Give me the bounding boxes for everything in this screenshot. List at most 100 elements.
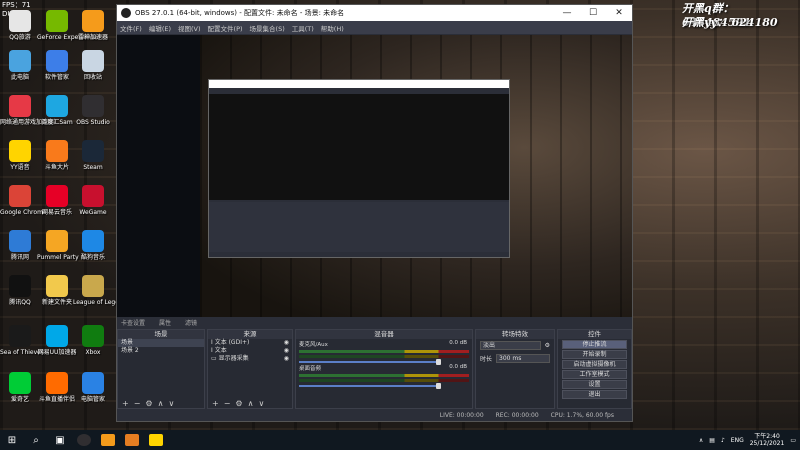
desktop-icon[interactable]: Sea of Thieves [0,325,44,367]
menu-view[interactable]: 视图(V) [178,23,201,33]
settings-icon[interactable]: ⚙ [235,399,242,408]
move-down-icon[interactable]: ∨ [168,399,174,408]
add-icon[interactable]: + [122,399,129,408]
app-icon [82,185,104,207]
source-item[interactable]: ▭ 显示器采集 ◉ [208,355,292,363]
virtual-camera-button[interactable]: 启动虚拟摄像机 [562,360,627,369]
desktop-icon[interactable]: Pummel Party [37,230,79,272]
app-icon [46,95,68,117]
desktop-icon[interactable]: 网易UU加速器 [37,325,77,367]
maximize-icon[interactable]: ☐ [580,8,606,18]
desktop-icon[interactable]: OBS Studio [73,95,113,137]
chevron-up-icon[interactable]: ∧ [699,437,703,444]
eye-icon[interactable]: ◉ [284,339,289,347]
desktop-icon[interactable]: 新建文件夹 [37,275,77,317]
scene-item[interactable]: 场景 [118,339,204,347]
desktop-icon[interactable]: Xbox [73,325,113,367]
desktop-icon-label: 软件管家 [44,74,69,81]
desktop-icon[interactable]: 腾讯QQ [0,275,40,317]
nested-docks [209,202,509,252]
desktop-icon-label: 电脑管家 [80,396,105,403]
nested-obs-capture [208,79,510,258]
desktop-icon[interactable]: 软件管家 [37,50,77,92]
menu-edit[interactable]: 编辑(E) [149,23,171,33]
desktop-icon[interactable]: 腾讯网 [0,230,40,272]
app-taskbar-icon[interactable] [96,430,120,450]
obs-logo-icon [121,8,131,18]
menu-profile[interactable]: 配置文件(P) [208,23,243,33]
menu-file[interactable]: 文件(F) [120,23,142,33]
clock[interactable]: 下午2:40 25/12/2021 [750,433,785,447]
desktop-icon[interactable]: WeGame [73,185,113,227]
move-up-icon[interactable]: ∧ [248,399,254,408]
obs-taskbar-icon[interactable] [72,430,96,450]
desktop-icon[interactable]: 斗鱼直播伴侣 [37,372,77,414]
desktop-icon[interactable]: GeForce Experience [37,10,97,52]
minimize-icon[interactable]: — [554,8,580,18]
desktop-icon-label: 酷狗音乐 [80,254,105,261]
settings-button[interactable]: 设置 [562,380,627,389]
desktop-icon[interactable]: 电脑管家 [73,372,113,414]
desktop-icon[interactable]: 斗鱼大片 [37,140,77,182]
desktop-icon[interactable]: 回收站 [73,50,113,92]
studio-mode-button[interactable]: 工作室模式 [562,370,627,379]
network-icon[interactable]: ▤ [709,437,715,444]
scene-item[interactable]: 场景 2 [118,347,204,355]
desktop-icon[interactable]: Steam [73,140,113,182]
desktop-icon[interactable]: 网络通用游戏加速器 [0,95,54,137]
system-tray: ∧ ▤ ♪ ENG 下午2:40 25/12/2021 ▭ [699,430,796,450]
settings-icon[interactable]: ⚙ [545,342,550,349]
close-icon[interactable]: ✕ [606,8,632,18]
notification-icon[interactable]: ▭ [790,437,796,444]
tab-filters[interactable]: 滤镜 [185,318,197,327]
app-taskbar-icon[interactable] [120,430,144,450]
start-recording-button[interactable]: 开始录制 [562,350,627,359]
nested-titlebar [209,80,509,88]
desktop-icon[interactable]: QQ旅游 [0,10,40,52]
slider-knob[interactable] [436,383,442,389]
eye-icon[interactable]: ◉ [284,355,289,363]
desktop-icon[interactable]: 网易云音乐 [37,185,77,227]
move-up-icon[interactable]: ∧ [158,399,164,408]
volume-icon[interactable]: ♪ [721,437,725,444]
remove-icon[interactable]: − [134,399,141,408]
tab-no-source[interactable]: 卡查设置 [121,318,145,327]
app-icon [46,325,68,347]
yy-taskbar-icon[interactable] [144,430,168,450]
desktop-icon[interactable]: YY语音 [0,140,40,182]
desktop-icon[interactable]: 雷神加速器 [73,10,113,52]
duration-input[interactable]: 300 ms [496,354,550,363]
tab-properties[interactable]: 属性 [159,318,171,327]
mixer-dock: 混音器 麦克风/Aux 0.0 dB 桌面音频 0.0 dB [295,329,473,409]
desktop-icon[interactable]: Google Chrome [0,185,47,227]
track-db: 0.0 dB [449,364,467,370]
source-item[interactable]: Ⅰ 文本 (GDI+) ◉ [208,339,292,347]
exit-button[interactable]: 退出 [562,390,627,399]
windows-start-icon[interactable]: ⊞ [0,430,24,450]
transition-type-row: 淡出 ⚙ [476,339,554,352]
stop-streaming-button[interactable]: 停止推流 [562,340,627,349]
desktop-icon[interactable]: 此电脑 [0,50,40,92]
task-view-icon[interactable]: ▣ [48,430,72,450]
source-item[interactable]: Ⅰ 文本 ◉ [208,347,292,355]
add-icon[interactable]: + [212,399,219,408]
app-icon [82,50,104,72]
search-icon[interactable]: ⌕ [24,430,48,450]
menu-scene-collection[interactable]: 场景集合(S) [250,23,285,33]
desktop-icon[interactable]: 酷狗音乐 [73,230,113,272]
remove-icon[interactable]: − [224,399,231,408]
settings-icon[interactable]: ⚙ [145,399,152,408]
language-indicator[interactable]: ENG [731,437,744,444]
desktop-icon[interactable]: League of Legends [73,275,130,317]
transition-select[interactable]: 淡出 [480,341,541,350]
obs-preview[interactable] [117,35,632,317]
eye-icon[interactable]: ◉ [284,347,289,355]
desktop-icon[interactable]: 百度汇Sam [37,95,77,137]
menu-tools[interactable]: 工具(T) [292,23,314,33]
desktop-icon[interactable]: 爱奇艺 [0,372,40,414]
menu-help[interactable]: 帮助(H) [321,23,344,33]
app-icon [46,10,68,32]
move-down-icon[interactable]: ∨ [258,399,264,408]
desktop-icon-label: OBS Studio [76,119,110,126]
volume-slider[interactable] [299,383,442,389]
